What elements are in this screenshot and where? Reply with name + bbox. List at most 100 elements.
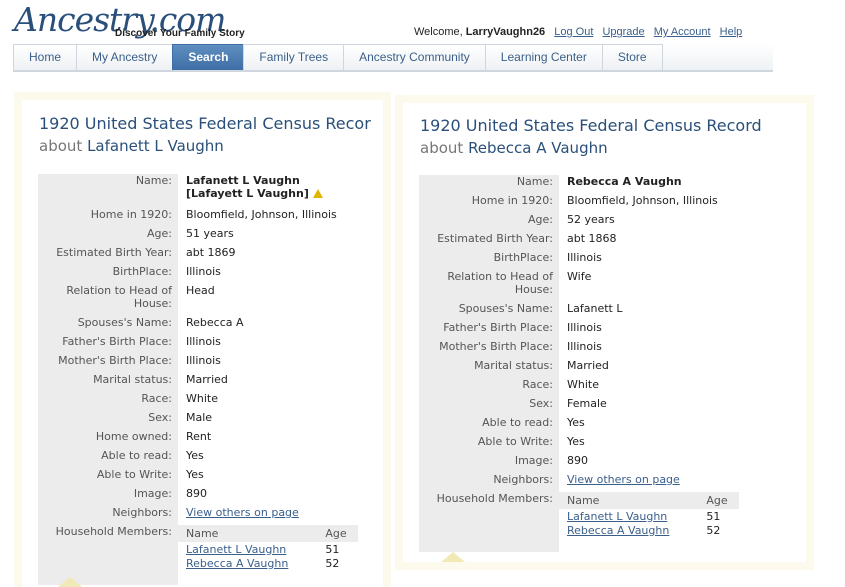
about-prefix: about (39, 137, 83, 155)
value-birth-year: abt 1869 (186, 246, 236, 259)
value-read: Yes (567, 416, 585, 429)
label-image: Image: (419, 454, 559, 473)
user-bar: Welcome, LarryVaughn26 Log Out Upgrade My… (414, 26, 748, 38)
label-sex: Sex: (38, 411, 178, 430)
label-father-birth: Father's Birth Place: (38, 335, 178, 354)
household-member-link[interactable]: Rebecca A Vaughn (186, 557, 288, 570)
tab-ancestry-community[interactable]: Ancestry Community (343, 44, 486, 70)
value-sex: Female (567, 397, 607, 410)
name-alternate: [Lafayett L Vaughn] (186, 187, 309, 200)
welcome-text: Welcome, (414, 26, 463, 38)
label-mother-birth: Mother's Birth Place: (419, 340, 559, 359)
value-neighbors: View others on page (559, 473, 806, 492)
label-birth-year: Estimated Birth Year: (38, 246, 178, 265)
record-details: Name: Lafanett L Vaughn [Lafayett L Vaughn… (38, 174, 383, 585)
value-name: Rebecca A Vaughn (559, 175, 806, 194)
label-household: Household Members: (38, 525, 178, 585)
household-table: Name Age Lafanett L Vaughn 51 Rebecca A Va… (178, 525, 358, 570)
main-nav: Home My Ancestry Search Family Trees Anc… (13, 44, 773, 72)
household-col-name: Name (559, 492, 707, 509)
label-image: Image: (38, 487, 178, 506)
household-col-age: Age (325, 525, 358, 542)
household-col-name: Name (178, 525, 326, 542)
tab-home[interactable]: Home (13, 44, 78, 70)
about-prefix: about (420, 139, 464, 157)
label-marital: Marital status: (38, 373, 178, 392)
label-relation: Relation to Head of House: (419, 270, 559, 302)
value-household: Name Age Lafanett L Vaughn 51 Rebecca A Va… (559, 492, 806, 552)
label-write: Able to Write: (419, 435, 559, 454)
label-marital: Marital status: (419, 359, 559, 378)
upgrade-link[interactable]: Upgrade (602, 26, 644, 38)
tab-family-trees[interactable]: Family Trees (243, 44, 345, 70)
label-home: Home in 1920: (419, 194, 559, 213)
label-age: Age: (38, 227, 178, 246)
household-member-age: 52 (325, 557, 340, 570)
label-age: Age: (419, 213, 559, 232)
household-table: Name Age Lafanett L Vaughn 51 Rebecca A Va… (559, 492, 739, 537)
household-member-link[interactable]: Lafanett L Vaughn (567, 510, 667, 523)
label-mother-birth: Mother's Birth Place: (38, 354, 178, 373)
value-image[interactable]: 890 (559, 454, 806, 473)
value-spouse: Rebecca A (186, 316, 244, 329)
table-row: Rebecca A Vaughn 52 (559, 523, 739, 537)
label-household: Household Members: (419, 492, 559, 552)
value-father-birth: Illinois (186, 335, 221, 348)
help-link[interactable]: Help (720, 26, 743, 38)
value-home: Bloomfield, Johnson, Illinois (567, 194, 718, 207)
label-spouse: Spouses's Name: (419, 302, 559, 321)
household-col-age: Age (706, 492, 739, 509)
tab-store[interactable]: Store (601, 44, 663, 70)
record-person-name: Lafanett L Vaughn (87, 137, 224, 155)
my-account-link[interactable]: My Account (654, 26, 711, 38)
label-birthplace: BirthPlace: (38, 265, 178, 284)
table-row: Lafanett L Vaughn 51 (559, 509, 739, 523)
value-household: Name Age Lafanett L Vaughn 51 Rebecca A Va… (178, 525, 383, 585)
label-read: Able to read: (419, 416, 559, 435)
value-mother-birth: Illinois (186, 354, 221, 367)
label-race: Race: (419, 378, 559, 397)
tagline: Discover Your Family Story (115, 28, 245, 39)
value-father-birth: Illinois (567, 321, 602, 334)
record-details: Name: Rebecca A Vaughn Home in 1920: Bloom… (419, 175, 806, 552)
household-member-link[interactable]: Lafanett L Vaughn (186, 543, 286, 556)
tab-my-ancestry[interactable]: My Ancestry (76, 44, 174, 70)
tab-search[interactable]: Search (172, 44, 245, 70)
username: LarryVaughn26 (465, 26, 546, 38)
tab-learning-center[interactable]: Learning Center (484, 44, 603, 70)
label-name: Name: (419, 175, 559, 194)
household-member-age: 51 (706, 510, 721, 523)
value-sex: Male (186, 411, 213, 424)
value-age: 52 years (567, 213, 615, 226)
expand-triangle-icon (58, 577, 82, 587)
value-mother-birth: Illinois (567, 340, 602, 353)
name-primary: Rebecca A Vaughn (567, 175, 682, 188)
view-others-link[interactable]: View others on page (567, 473, 680, 486)
table-row: Rebecca A Vaughn 52 (178, 556, 358, 570)
value-birthplace: Illinois (567, 251, 602, 264)
value-age: 51 years (186, 227, 234, 240)
label-home-owned: Home owned: (38, 430, 178, 449)
logout-link[interactable]: Log Out (554, 26, 593, 38)
value-race: White (567, 378, 599, 391)
household-member-age: 51 (325, 543, 340, 556)
value-home-owned: Rent (186, 430, 212, 443)
record-subtitle: about Rebecca A Vaughn (420, 137, 762, 159)
value-race: White (186, 392, 218, 405)
record-title: 1920 United States Federal Census Recor (39, 114, 371, 133)
value-marital: Married (186, 373, 228, 386)
value-read: Yes (186, 449, 204, 462)
household-member-link[interactable]: Rebecca A Vaughn (567, 524, 669, 537)
label-sex: Sex: (419, 397, 559, 416)
expand-triangle-icon (441, 552, 465, 562)
record-title: 1920 United States Federal Census Record (420, 116, 762, 135)
value-spouse: Lafanett L (567, 302, 623, 315)
household-member-age: 52 (706, 524, 721, 537)
label-relation: Relation to Head of House: (38, 284, 178, 316)
warning-icon[interactable] (312, 189, 323, 198)
record-person-name: Rebecca A Vaughn (468, 139, 608, 157)
value-write: Yes (567, 435, 585, 448)
label-write: Able to Write: (38, 468, 178, 487)
value-image[interactable]: 890 (178, 487, 383, 506)
view-others-link[interactable]: View others on page (186, 506, 299, 519)
